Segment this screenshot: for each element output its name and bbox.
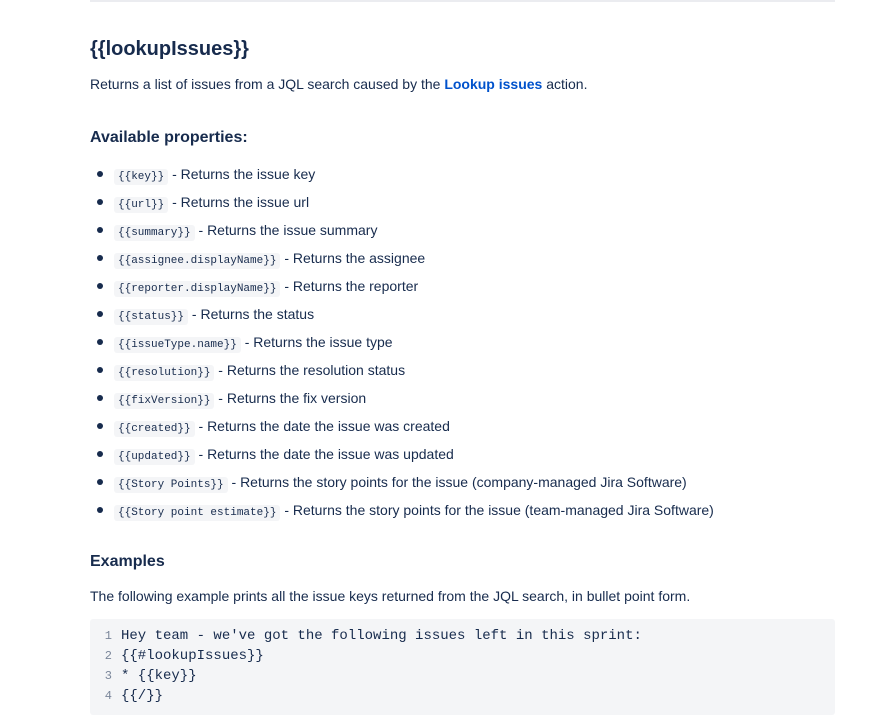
property-item-created: {{created}} - Returns the date the issue…: [90, 412, 714, 440]
property-desc: - Returns the date the issue was updated: [194, 446, 454, 462]
bullet-icon: [97, 339, 103, 345]
bullet-icon: [97, 451, 103, 457]
property-desc: - Returns the story points for the issue…: [227, 474, 687, 490]
bullet-icon: [97, 507, 103, 513]
property-desc: - Returns the issue url: [168, 194, 310, 210]
bullet-icon: [97, 283, 103, 289]
bullet-icon: [97, 423, 103, 429]
property-code: {{updated}}: [114, 449, 195, 465]
property-code: {{resolution}}: [114, 365, 215, 381]
line-number: 4: [104, 689, 112, 703]
property-desc: - Returns the resolution status: [214, 362, 406, 378]
property-item-key: {{key}} - Returns the issue key: [90, 160, 714, 188]
code-line: 2 {{#lookupIssues}}: [90, 646, 835, 666]
property-item-story-points: {{Story Points}} - Returns the story poi…: [90, 468, 714, 496]
property-desc: - Returns the issue key: [168, 166, 316, 182]
bullet-icon: [97, 227, 103, 233]
code-line: 3 * {{key}}: [90, 666, 835, 686]
intro-paragraph: Returns a list of issues from a JQL sear…: [90, 76, 587, 92]
property-item-reporter: {{reporter.displayName}} - Returns the r…: [90, 272, 714, 300]
top-divider: [90, 0, 835, 2]
section-title: {{lookupIssues}}: [90, 38, 249, 60]
properties-list: {{key}} - Returns the issue key {{url}} …: [90, 160, 714, 524]
property-code: {{summary}}: [114, 225, 195, 241]
bullet-icon: [97, 367, 103, 373]
property-desc: - Returns the issue type: [240, 334, 393, 350]
code-text: {{#lookupIssues}}: [121, 648, 264, 664]
code-text: * {{key}}: [121, 668, 197, 684]
property-code: {{url}}: [114, 197, 169, 213]
lookup-issues-link[interactable]: Lookup issues: [444, 76, 542, 92]
property-item-url: {{url}} - Returns the issue url: [90, 188, 714, 216]
property-item-summary: {{summary}} - Returns the issue summary: [90, 216, 714, 244]
property-code: {{issueType.name}}: [114, 337, 241, 353]
property-code: {{created}}: [114, 421, 195, 437]
property-desc: - Returns the assignee: [280, 250, 426, 266]
property-item-updated: {{updated}} - Returns the date the issue…: [90, 440, 714, 468]
property-desc: - Returns the issue summary: [194, 222, 378, 238]
code-text: {{/}}: [121, 688, 164, 704]
properties-heading: Available properties:: [90, 129, 248, 146]
property-desc: - Returns the story points for the issue…: [280, 502, 714, 518]
property-item-fixversion: {{fixVersion}} - Returns the fix version: [90, 384, 714, 412]
property-code: {{status}}: [114, 309, 189, 325]
code-text: Hey team - we've got the following issue…: [121, 628, 642, 644]
intro-text-after: action.: [542, 76, 588, 92]
property-desc: - Returns the status: [188, 306, 315, 322]
code-block[interactable]: 1 Hey team - we've got the following issu…: [90, 619, 835, 715]
bullet-icon: [97, 199, 103, 205]
property-desc: - Returns the reporter: [280, 278, 419, 294]
line-number: 2: [104, 649, 112, 663]
property-desc: - Returns the date the issue was created: [194, 418, 450, 434]
property-code: {{Story Points}}: [114, 477, 228, 493]
property-code: {{key}}: [114, 169, 169, 185]
property-item-resolution: {{resolution}} - Returns the resolution …: [90, 356, 714, 384]
property-item-issuetype: {{issueType.name}} - Returns the issue t…: [90, 328, 714, 356]
examples-description: The following example prints all the iss…: [90, 588, 691, 604]
code-line: 1 Hey team - we've got the following issu…: [90, 626, 835, 646]
property-item-status: {{status}} - Returns the status: [90, 300, 714, 328]
property-code: {{assignee.displayName}}: [114, 253, 281, 269]
code-line: 4 {{/}}: [90, 686, 835, 706]
property-code: {{fixVersion}}: [114, 393, 215, 409]
line-number: 1: [104, 629, 112, 643]
property-code: {{Story point estimate}}: [114, 505, 281, 521]
line-number: 3: [104, 669, 112, 683]
property-code: {{reporter.displayName}}: [114, 281, 281, 297]
bullet-icon: [97, 395, 103, 401]
bullet-icon: [97, 255, 103, 261]
intro-text-before: Returns a list of issues from a JQL sear…: [90, 76, 445, 92]
property-item-assignee: {{assignee.displayName}} - Returns the a…: [90, 244, 714, 272]
bullet-icon: [97, 479, 103, 485]
property-desc: - Returns the fix version: [214, 390, 367, 406]
property-item-story-point-estimate: {{Story point estimate}} - Returns the s…: [90, 496, 714, 524]
bullet-icon: [97, 171, 103, 177]
examples-heading: Examples: [90, 553, 165, 570]
bullet-icon: [97, 311, 103, 317]
